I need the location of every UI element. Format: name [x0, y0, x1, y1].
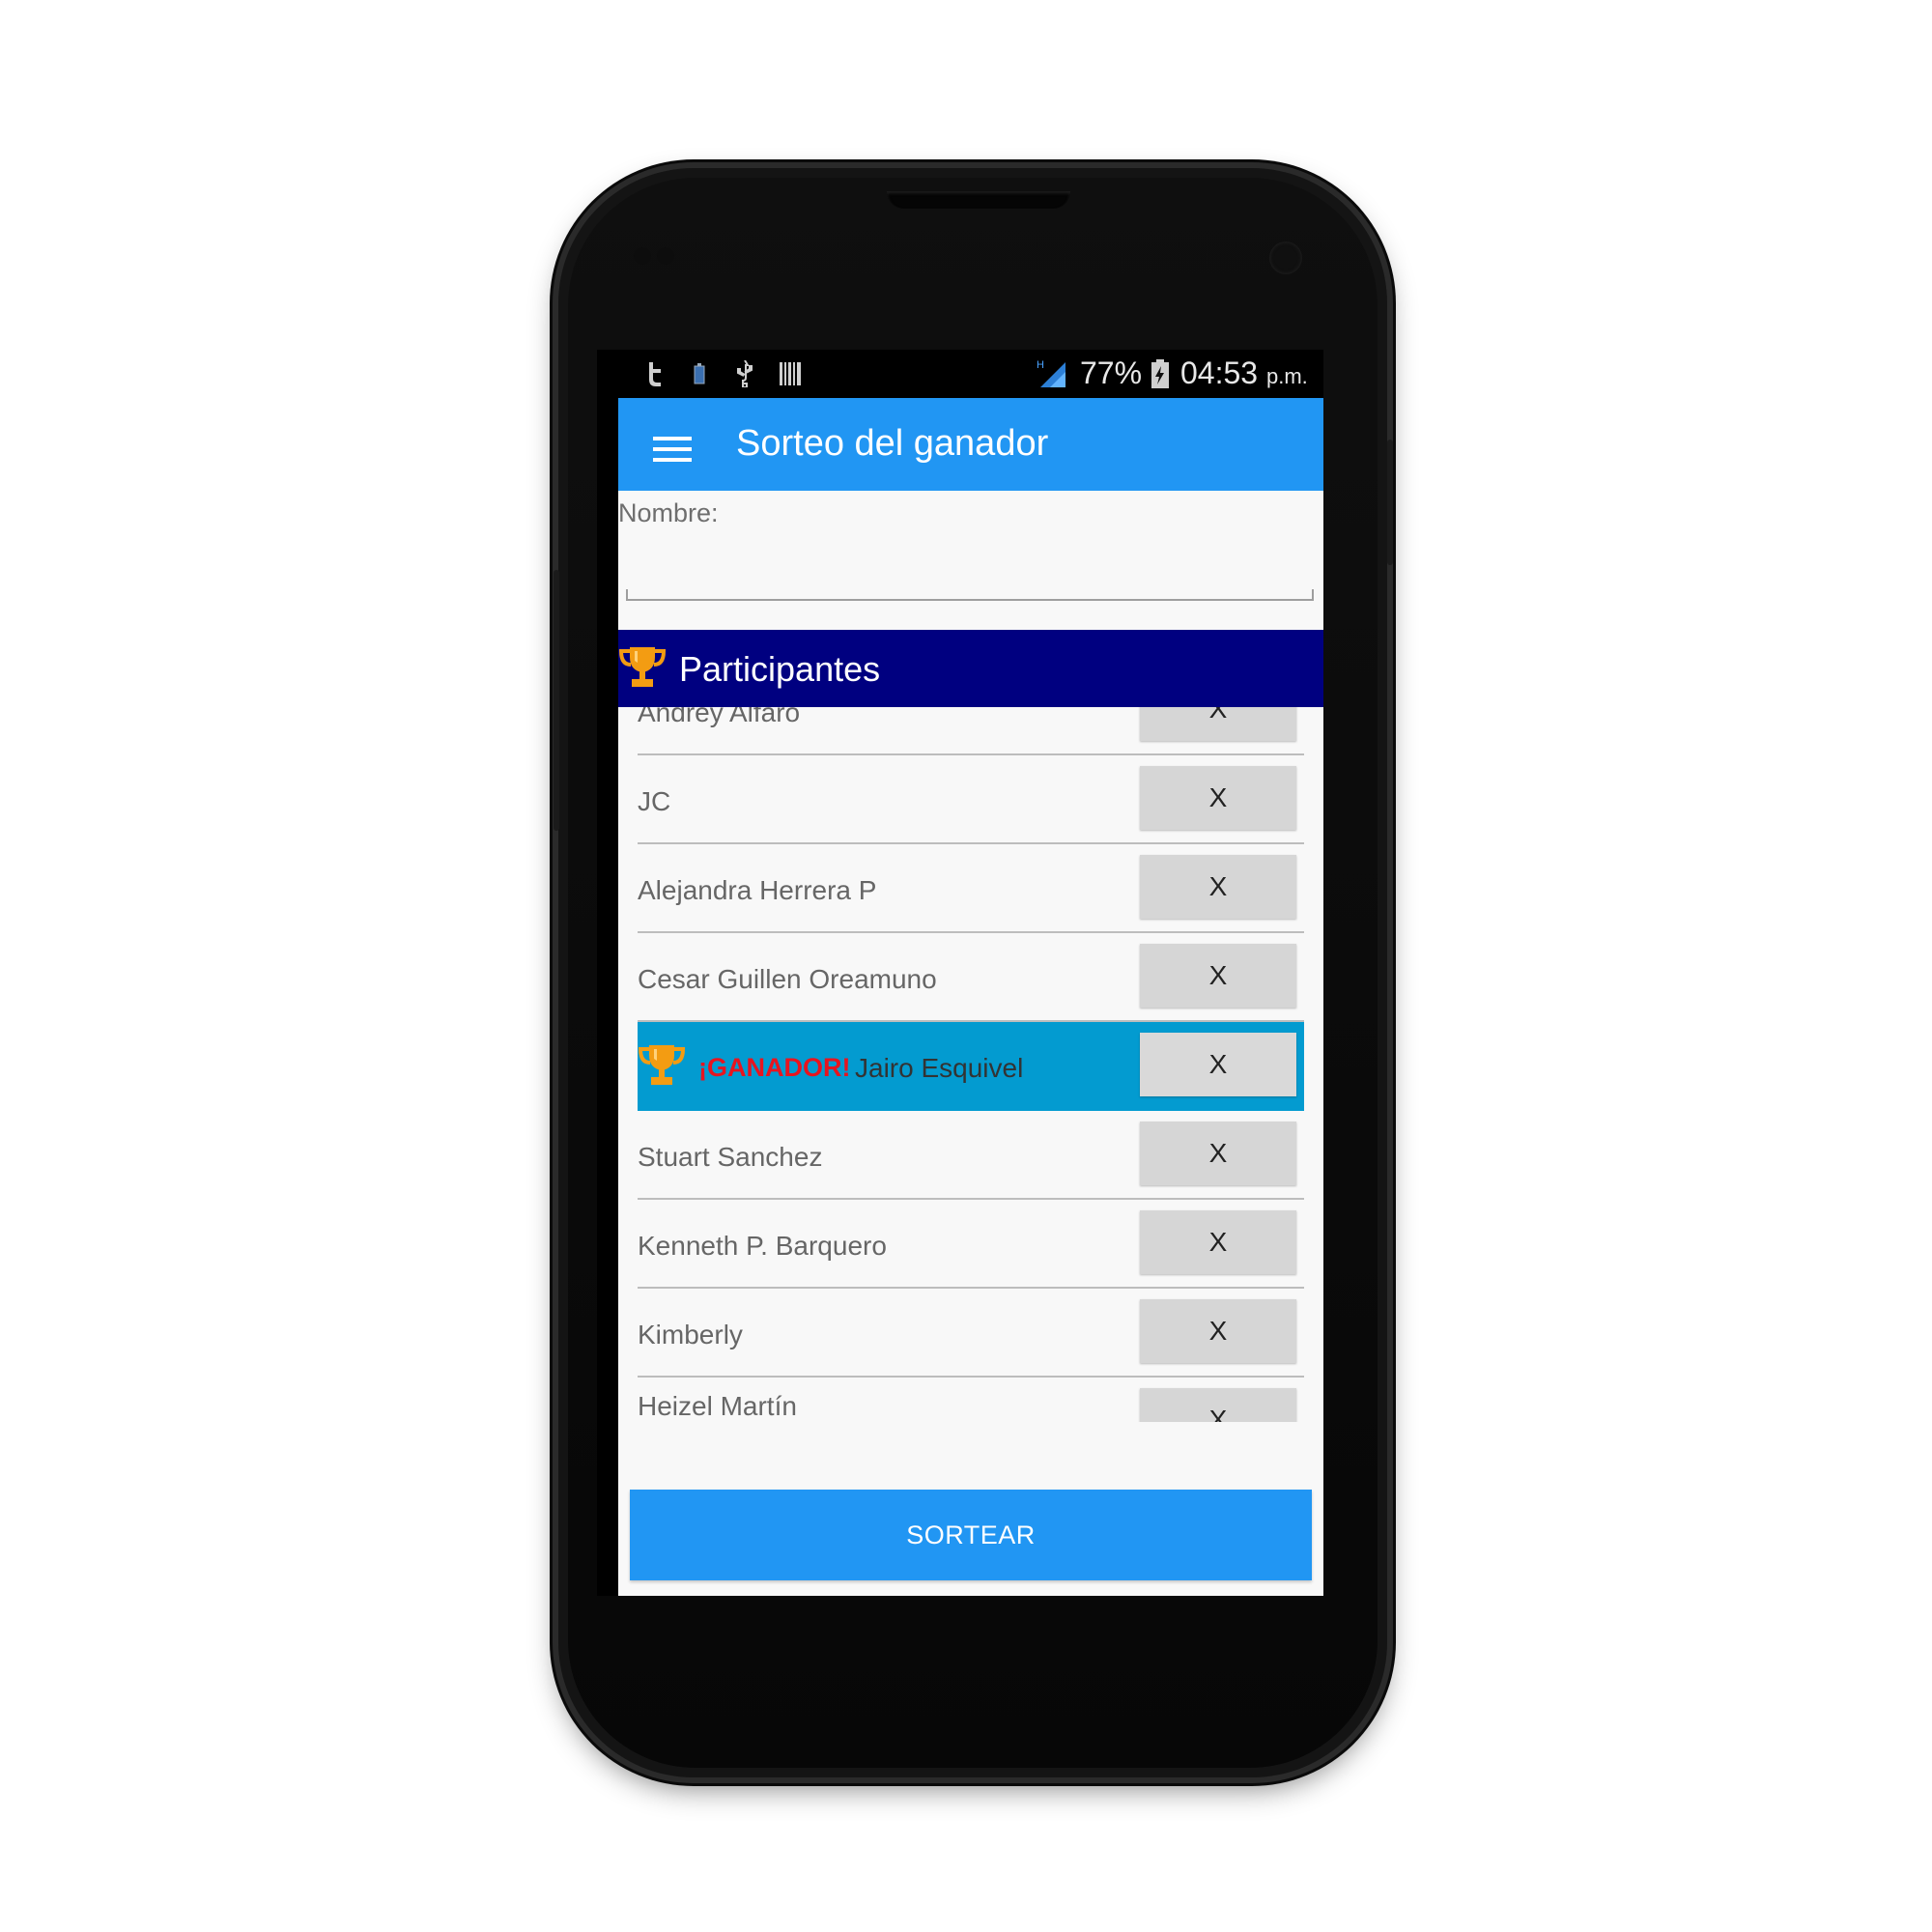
participant-row: Kenneth P. Barquero X	[638, 1200, 1304, 1289]
participant-row: Kimberly X	[638, 1289, 1304, 1378]
light-sensor	[657, 247, 674, 265]
remove-participant-button[interactable]: X	[1140, 707, 1296, 741]
usb-icon	[734, 359, 755, 388]
winner-trophy-icon	[638, 1045, 686, 1085]
draw-winner-button[interactable]: SORTEAR	[630, 1490, 1312, 1580]
participant-name: Alejandra Herrera P	[638, 875, 877, 905]
phone-screen: H 77% 04:53 p.m. Sorteo del ganador Nomb…	[597, 350, 1323, 1596]
earpiece-speaker	[887, 191, 1070, 209]
remove-participant-button[interactable]: X	[1140, 855, 1296, 919]
participant-row: Stuart Sanchez X	[638, 1111, 1304, 1200]
winner-badge: ¡GANADOR!	[698, 1053, 851, 1082]
input-underline-right	[1312, 589, 1314, 599]
page-title: Sorteo del ganador	[736, 423, 1049, 464]
participants-list[interactable]: Andrey Alfaro X JC X Alejandra Herrera P…	[638, 707, 1304, 1422]
participant-name: Heizel Martín	[638, 1391, 797, 1421]
trophy-icon	[618, 647, 667, 687]
app-content: Sorteo del ganador Nombre: Participantes…	[618, 398, 1323, 1596]
clock-suffix: p.m.	[1265, 364, 1308, 388]
participant-name: Cesar Guillen Oreamuno	[638, 964, 937, 994]
remove-participant-button[interactable]: X	[1140, 944, 1296, 1008]
participants-title: Participantes	[679, 649, 881, 689]
remove-participant-button[interactable]: X	[1140, 1299, 1296, 1363]
network-type-label: H	[1037, 359, 1044, 371]
volume-button	[554, 570, 559, 831]
battery-percent: 77%	[1080, 355, 1143, 390]
input-underline-left	[626, 589, 628, 599]
participant-row: JC X	[638, 755, 1304, 844]
remove-participant-button[interactable]: X	[1140, 1388, 1296, 1422]
name-input[interactable]	[626, 543, 1314, 601]
menu-icon[interactable]	[653, 437, 692, 462]
participant-name: Kimberly	[638, 1320, 743, 1350]
participant-row: Alejandra Herrera P X	[638, 844, 1304, 933]
participant-row: Heizel Martín X	[638, 1378, 1304, 1422]
participants-header: Participantes	[618, 630, 1323, 707]
remove-participant-button[interactable]: X	[1140, 1033, 1296, 1096]
participant-name: Andrey Alfaro	[638, 707, 801, 727]
barcode-icon	[779, 359, 802, 388]
app-toolbar: Sorteo del ganador	[618, 398, 1323, 491]
participant-row: Andrey Alfaro X	[638, 707, 1304, 755]
participant-name: Stuart Sanchez	[638, 1142, 823, 1172]
name-label: Nombre:	[618, 498, 719, 527]
participant-name: JC	[638, 786, 671, 816]
winner-row: ¡GANADOR! Jairo Esquivel X	[638, 1022, 1304, 1111]
remove-participant-button[interactable]: X	[1140, 1210, 1296, 1274]
proximity-sensor	[634, 247, 651, 265]
power-button	[1387, 440, 1393, 565]
twitter-icon	[643, 359, 667, 388]
remove-participant-button[interactable]: X	[1140, 766, 1296, 830]
clock-time: 04:53	[1180, 355, 1259, 390]
participant-name: Jairo Esquivel	[855, 1053, 1024, 1083]
battery-charging-icon	[1150, 359, 1171, 388]
remove-participant-button[interactable]: X	[1140, 1122, 1296, 1185]
front-camera	[1269, 242, 1302, 274]
battery-saver-icon	[692, 359, 707, 388]
participant-row: Cesar Guillen Oreamuno X	[638, 933, 1304, 1022]
participant-name: Kenneth P. Barquero	[638, 1231, 887, 1261]
signal-icon: H	[1036, 359, 1072, 388]
status-bar: H 77% 04:53 p.m.	[597, 350, 1323, 398]
